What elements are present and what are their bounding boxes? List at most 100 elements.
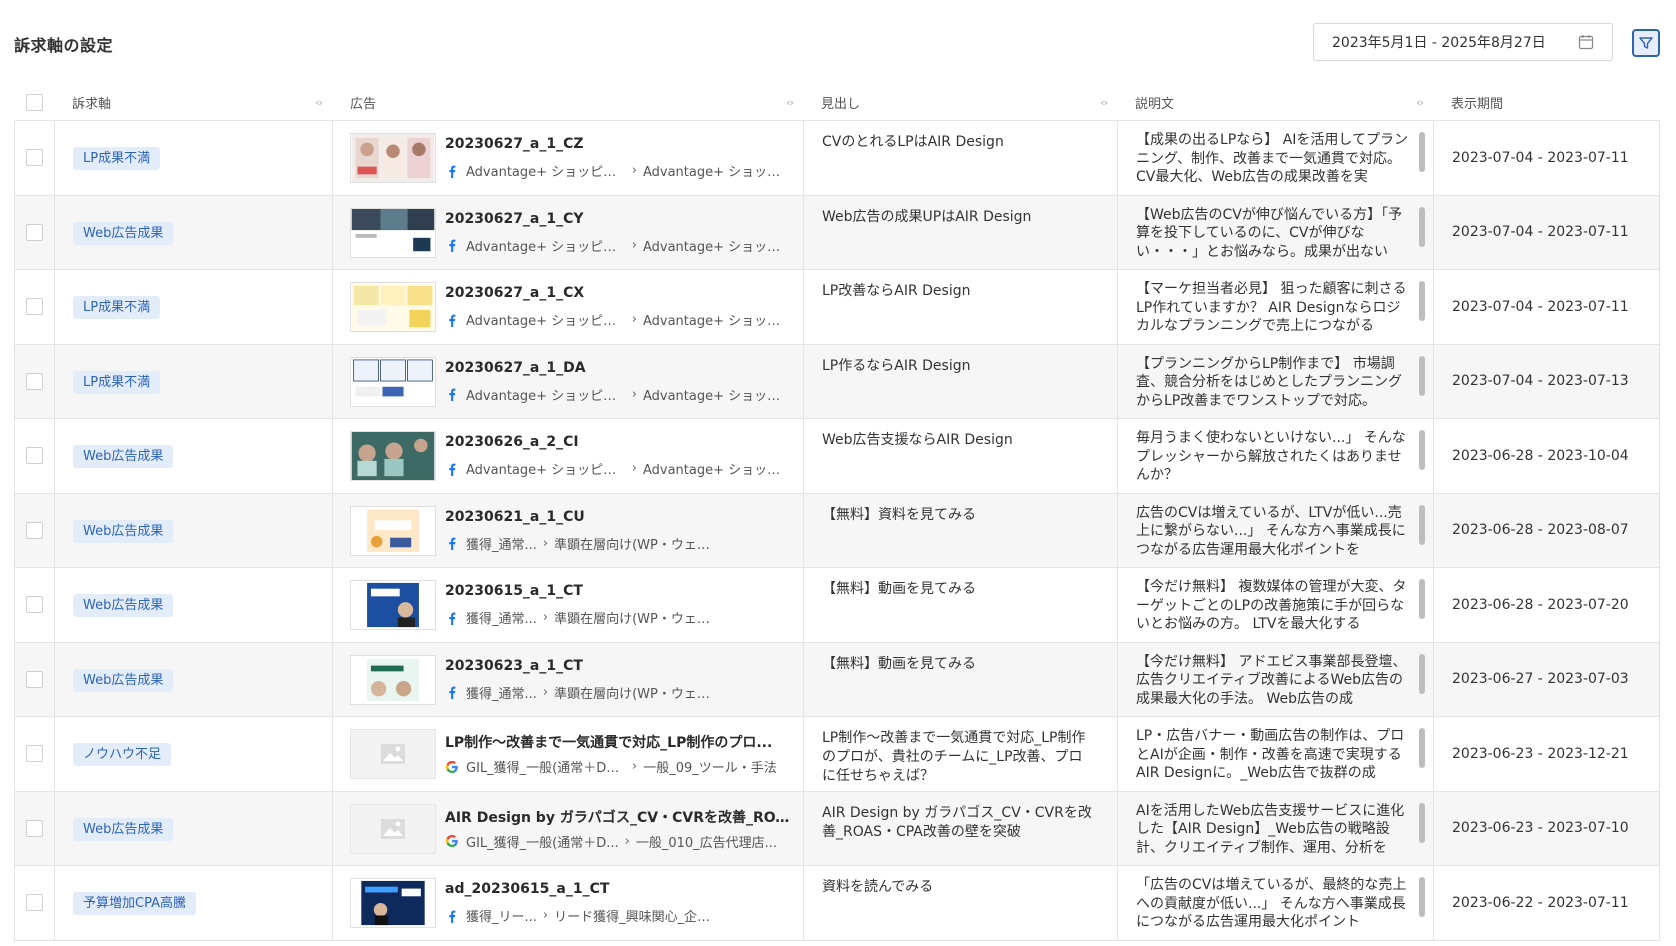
description-scrollbar[interactable] bbox=[1419, 132, 1425, 172]
description-scrollbar[interactable] bbox=[1419, 281, 1425, 321]
appeal-axis-tag[interactable]: Web広告成果 bbox=[73, 445, 174, 468]
period-cell: 2023-07-04 - 2023-07-13 bbox=[1433, 344, 1660, 418]
headline-cell: 【無料】動画を見てみる bbox=[803, 568, 1117, 642]
ad-thumbnail[interactable] bbox=[350, 654, 436, 705]
headline-text: AIR Design by ガラパゴス_CV・CVRを改善_ROAS・CPA改善… bbox=[822, 804, 1092, 840]
date-range-picker[interactable]: 2023年5月1日 - 2025年8月27日 bbox=[1313, 23, 1613, 61]
ad-name[interactable]: 20230627_a_1_DA bbox=[445, 360, 790, 376]
row-checkbox[interactable] bbox=[26, 670, 43, 688]
table-row[interactable]: Web広告成果 AIR Design by ガラパゴス_CV・CVRを改善_RO… bbox=[14, 791, 1660, 866]
table-row[interactable]: Web広告成果 20230623_a_1_CT 獲得_通常... › 準顕在層向… bbox=[14, 642, 1660, 717]
table-row[interactable]: Web広告成果 20230626_a_2_CI Advantage+ ショッピン… bbox=[14, 419, 1660, 494]
header-headline[interactable]: 見出し ‹› bbox=[803, 84, 1117, 121]
ad-name[interactable]: 20230627_a_1_CY bbox=[445, 211, 790, 227]
period-cell: 2023-07-04 - 2023-07-11 bbox=[1433, 195, 1660, 269]
ad-name[interactable]: 20230627_a_1_CX bbox=[445, 285, 790, 301]
description-cell: 毎月うまく使わないといけない...」 そんなプレッシャーから解放されたくはありま… bbox=[1117, 419, 1433, 493]
ad-cell: 20230627_a_1_CZ Advantage+ ショッピン... › Ad… bbox=[332, 121, 803, 195]
ad-thumbnail[interactable] bbox=[350, 282, 436, 332]
ad-thumbnail[interactable] bbox=[350, 431, 436, 481]
row-checkbox[interactable] bbox=[26, 447, 43, 465]
ad-name[interactable]: 20230621_a_1_CU bbox=[445, 509, 790, 525]
description-scrollbar[interactable] bbox=[1419, 877, 1425, 917]
chevron-right-icon: › bbox=[542, 610, 549, 625]
table-row[interactable]: LP成果不満 20230627_a_1_DA Advantage+ ショッピン.… bbox=[14, 344, 1660, 419]
table-row[interactable]: Web広告成果 20230615_a_1_CT 獲得_通常... › 準顕在層向… bbox=[14, 568, 1660, 643]
table-row[interactable]: 予算増加CPA高騰 ad_20230615_a_1_CT 獲得_リー... › … bbox=[14, 866, 1660, 941]
ad-thumbnail[interactable] bbox=[350, 207, 436, 258]
row-checkbox[interactable] bbox=[26, 521, 43, 539]
header-axis[interactable]: 訴求軸 ‹› bbox=[54, 84, 332, 121]
period-cell: 2023-06-23 - 2023-12-21 bbox=[1433, 717, 1660, 791]
appeal-axis-tag[interactable]: Web広告成果 bbox=[73, 221, 174, 245]
ad-name[interactable]: 20230627_a_1_CZ bbox=[445, 136, 790, 152]
ad-thumbnail[interactable] bbox=[350, 878, 436, 928]
filter-button[interactable] bbox=[1632, 29, 1660, 57]
table-row[interactable]: Web広告成果 20230627_a_1_CY Advantage+ ショッピン… bbox=[14, 195, 1660, 270]
row-checkbox[interactable] bbox=[26, 298, 43, 316]
row-checkbox[interactable] bbox=[26, 372, 43, 390]
description-scrollbar[interactable] bbox=[1419, 504, 1425, 545]
row-checkbox[interactable] bbox=[26, 894, 43, 912]
description-scrollbar[interactable] bbox=[1419, 430, 1425, 470]
appeal-axis-tag[interactable]: LP成果不満 bbox=[73, 370, 161, 394]
description-cell: 広告のCVは増えているが、LTVが低い...売上に繋がらない...」 そんな方へ… bbox=[1117, 493, 1433, 567]
header-ad[interactable]: 広告 ‹› bbox=[332, 84, 803, 121]
table-row[interactable]: LP成果不満 20230627_a_1_CX Advantage+ ショッピン.… bbox=[14, 270, 1660, 345]
row-checkbox[interactable] bbox=[26, 596, 43, 614]
appeal-axis-tag[interactable]: Web広告成果 bbox=[73, 594, 174, 617]
table-row[interactable]: LP成果不満 20230627_a_1_CZ Advantage+ ショッピン.… bbox=[14, 121, 1660, 196]
description-scrollbar[interactable] bbox=[1419, 728, 1425, 768]
row-select-cell bbox=[14, 121, 54, 195]
column-resize-icon[interactable]: ‹› bbox=[1100, 96, 1108, 109]
column-resize-icon[interactable]: ‹› bbox=[315, 96, 323, 109]
ad-name[interactable]: LP制作〜改善まで一気通貫で対応_LP制作のプロ... bbox=[445, 732, 790, 752]
description-scrollbar[interactable] bbox=[1419, 206, 1425, 247]
ad-name[interactable]: AIR Design by ガラパゴス_CV・CVRを改善_ROA... bbox=[445, 807, 790, 827]
table-row[interactable]: ノウハウ不足 LP制作〜改善まで一気通貫で対応_LP制作のプロ... GIL_獲… bbox=[14, 717, 1660, 792]
ad-path: Advantage+ ショッピン... › Advantage+ ショッピ... bbox=[445, 236, 790, 255]
ad-cell: LP制作〜改善まで一気通貫で対応_LP制作のプロ... GIL_獲得_一般(通常… bbox=[332, 717, 803, 791]
header-period[interactable]: 表示期間 bbox=[1433, 84, 1660, 121]
description-scrollbar[interactable] bbox=[1419, 355, 1425, 396]
table-row[interactable]: Web広告成果 20230621_a_1_CU 獲得_通常... › 準顕在層向… bbox=[14, 493, 1660, 568]
description-scrollbar[interactable] bbox=[1419, 579, 1425, 619]
row-select-cell bbox=[14, 717, 54, 791]
headline-text: LP作るならAIR Design bbox=[822, 357, 971, 374]
appeal-axis-tag[interactable]: Web広告成果 bbox=[73, 668, 174, 692]
ad-thumbnail-placeholder[interactable] bbox=[350, 803, 436, 854]
appeal-axis-tag[interactable]: Web広告成果 bbox=[73, 817, 174, 841]
ad-thumbnail[interactable] bbox=[350, 505, 436, 556]
appeal-axis-tag[interactable]: LP成果不満 bbox=[73, 147, 161, 170]
ad-name[interactable]: 20230626_a_2_CI bbox=[445, 434, 790, 450]
appeal-axis-tag[interactable]: Web広告成果 bbox=[73, 519, 174, 543]
appeal-axis-tag[interactable]: ノウハウ不足 bbox=[73, 743, 172, 766]
table-body: LP成果不満 20230627_a_1_CZ Advantage+ ショッピン.… bbox=[14, 121, 1660, 941]
filter-icon bbox=[1639, 37, 1653, 49]
row-checkbox[interactable] bbox=[26, 149, 43, 167]
row-checkbox[interactable] bbox=[26, 745, 43, 763]
description-scrollbar[interactable] bbox=[1419, 802, 1425, 843]
ad-path: Advantage+ ショッピン... › Advantage+ ショッピ... bbox=[445, 161, 790, 180]
header-description[interactable]: 説明文 ‹› bbox=[1117, 84, 1433, 121]
ad-thumbnail[interactable] bbox=[350, 580, 436, 630]
row-checkbox[interactable] bbox=[26, 223, 43, 241]
ad-thumbnail-placeholder[interactable] bbox=[350, 729, 436, 779]
ad-thumbnail[interactable] bbox=[350, 356, 436, 407]
appeal-axis-tag[interactable]: 予算増加CPA高騰 bbox=[73, 892, 196, 915]
appeal-axis-tag[interactable]: LP成果不満 bbox=[73, 296, 161, 319]
description-scrollbar[interactable] bbox=[1419, 653, 1425, 694]
ad-name[interactable]: 20230615_a_1_CT bbox=[445, 583, 790, 599]
ad-name[interactable]: ad_20230615_a_1_CT bbox=[445, 881, 790, 897]
axis-cell: Web広告成果 bbox=[54, 642, 332, 716]
facebook-icon bbox=[449, 686, 456, 699]
ad-thumbnail[interactable] bbox=[350, 133, 436, 183]
ad-name[interactable]: 20230623_a_1_CT bbox=[445, 658, 790, 674]
adset-name: Advantage+ ショッピ... bbox=[642, 463, 790, 478]
select-all-checkbox[interactable] bbox=[25, 93, 43, 111]
column-resize-icon[interactable]: ‹› bbox=[1416, 96, 1424, 109]
row-checkbox[interactable] bbox=[26, 819, 43, 837]
display-period: 2023-06-23 - 2023-07-10 bbox=[1452, 820, 1629, 837]
facebook-icon bbox=[449, 537, 456, 550]
column-resize-icon[interactable]: ‹› bbox=[786, 96, 794, 109]
